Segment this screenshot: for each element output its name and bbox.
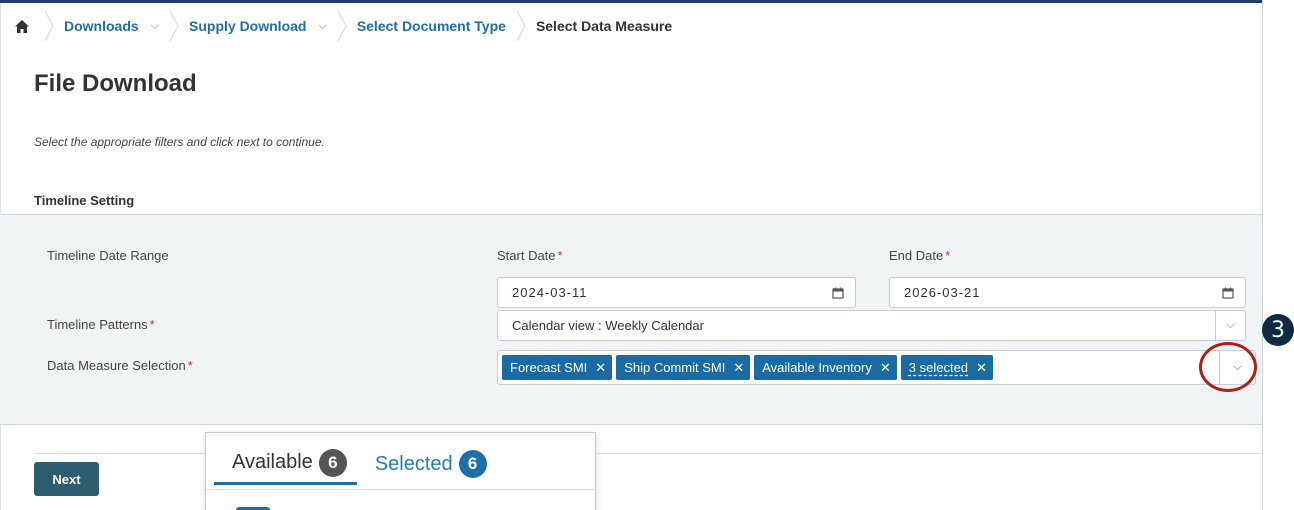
remove-icon[interactable]: ✕ [733, 360, 744, 376]
label-text: End Date [889, 248, 944, 263]
label-text: Data Measure Selection [47, 358, 186, 373]
data-measure-multiselect[interactable]: Forecast SMI ✕ Ship Commit SMI ✕ Availab… [497, 350, 1256, 385]
popup-tabs: Available 6 Selected 6 [214, 443, 497, 488]
required-marker: * [945, 248, 951, 263]
end-date-label: End Date * [889, 248, 950, 263]
breadcrumb-separator [44, 10, 54, 42]
label-text: Start Date [497, 248, 556, 263]
section-title: Timeline Setting [34, 193, 135, 208]
chevron-down-icon[interactable]: ⌵ [1219, 351, 1255, 384]
chip-label: Available Inventory [762, 360, 872, 375]
remove-icon[interactable]: ✕ [880, 360, 891, 376]
breadcrumb-label: Supply Download [189, 18, 307, 34]
selected-count-badge: 6 [458, 450, 487, 478]
end-date-input[interactable]: 2026-03-21 [889, 277, 1246, 308]
chevron-down-icon[interactable]: ⌵ [318, 20, 326, 33]
breadcrumb-select-document-type[interactable]: Select Document Type [347, 3, 516, 49]
timeline-patterns-value: Calendar view : Weekly Calendar [512, 318, 704, 333]
page-title: File Download [34, 70, 197, 97]
instructions-text: Select the appropriate filters and click… [34, 135, 325, 149]
required-marker: * [557, 248, 563, 263]
breadcrumb-separator [337, 10, 347, 42]
chip-label: Forecast SMI [510, 360, 588, 375]
next-button[interactable]: Next [34, 462, 99, 496]
data-measure-selection-label: Data Measure Selection * [47, 358, 193, 373]
end-date-value: 2026-03-21 [904, 285, 981, 300]
start-date-value: 2024-03-11 [512, 285, 588, 300]
step-number-badge: 3 [1262, 314, 1294, 346]
chip-label: Ship Commit SMI [624, 360, 726, 375]
tab-selected[interactable]: Selected 6 [357, 443, 497, 485]
tab-available[interactable]: Available 6 [214, 443, 357, 485]
timeline-date-range-label: Timeline Date Range [47, 248, 169, 263]
start-date-input[interactable]: 2024-03-11 [497, 277, 856, 308]
tab-label: Selected [374, 452, 453, 475]
timeline-patterns-select[interactable]: Calendar view : Weekly Calendar ⌵ [497, 310, 1246, 341]
breadcrumb-separator [169, 10, 179, 42]
tab-label: Available [232, 451, 313, 473]
breadcrumb-separator [516, 10, 526, 42]
divider [206, 489, 597, 490]
remove-icon[interactable]: ✕ [976, 360, 987, 376]
label-text: Timeline Patterns [47, 317, 148, 332]
breadcrumb: Downloads ⌵ Supply Download ⌵ Select Doc… [0, 3, 1262, 49]
available-count-badge: 6 [318, 448, 347, 477]
breadcrumb-label: Downloads [64, 18, 139, 34]
breadcrumb-supply-download[interactable]: Supply Download ⌵ [179, 3, 337, 49]
chevron-down-icon[interactable]: ⌵ [1215, 311, 1245, 340]
measure-chip[interactable]: Ship Commit SMI ✕ [616, 355, 751, 380]
calendar-icon[interactable] [821, 287, 855, 299]
start-date-label: Start Date * [497, 248, 563, 263]
more-selected-link[interactable]: 3 selected [909, 360, 968, 375]
calendar-icon[interactable] [1211, 287, 1245, 299]
required-marker: * [187, 358, 193, 373]
remove-icon[interactable]: ✕ [595, 360, 606, 376]
breadcrumb-downloads[interactable]: Downloads ⌵ [54, 3, 169, 49]
more-selected-chip[interactable]: 3 selected ✕ [900, 355, 993, 380]
measure-selection-popup: Available 6 Selected 6 [205, 432, 597, 510]
chevron-down-icon[interactable]: ⌵ [151, 20, 159, 33]
required-marker: * [149, 317, 155, 332]
home-icon[interactable] [0, 3, 44, 49]
measure-chip[interactable]: Forecast SMI ✕ [502, 355, 613, 380]
page-right-border [1262, 0, 1263, 510]
label-text: Timeline Date Range [47, 248, 169, 263]
measure-chip[interactable]: Available Inventory ✕ [754, 355, 897, 380]
breadcrumb-current: Select Data Measure [535, 18, 673, 34]
timeline-patterns-label: Timeline Patterns * [47, 317, 155, 332]
breadcrumb-label: Select Document Type [356, 18, 506, 34]
